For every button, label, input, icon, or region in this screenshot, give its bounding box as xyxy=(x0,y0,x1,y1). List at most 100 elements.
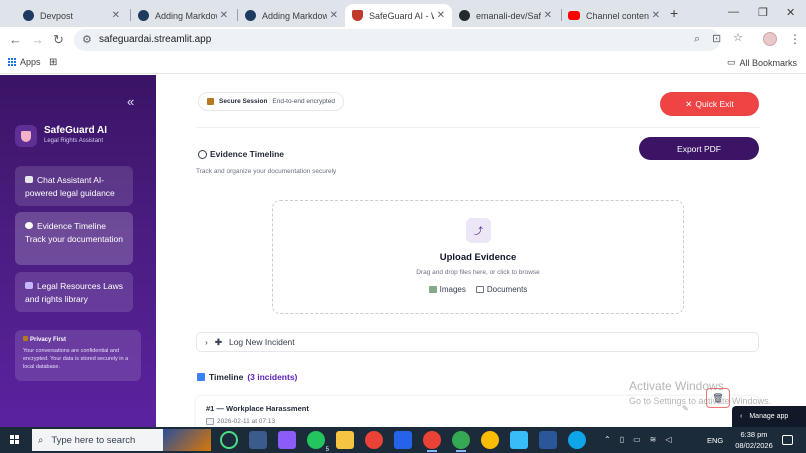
restore-icon[interactable]: ❐ xyxy=(758,6,768,19)
sidebar-item-evidence-timeline[interactable]: Evidence Timeline Track your documentati… xyxy=(15,212,133,265)
brand-name: SafeGuard AI xyxy=(44,125,107,136)
browser-tab-devpost[interactable]: Devpost ✕ xyxy=(16,4,127,27)
reload-icon[interactable]: ↻ xyxy=(53,32,64,48)
file-explorer-icon[interactable] xyxy=(336,431,354,449)
edge-icon[interactable] xyxy=(568,431,586,449)
chrome-active-icon[interactable] xyxy=(452,431,470,452)
app-icon[interactable] xyxy=(510,431,528,449)
browser-toolbar: ← → ↻ ⚙ safeguardai.streamlit.app ⌕ ⊡ ☆ xyxy=(0,27,806,53)
chrome-alt-icon[interactable] xyxy=(481,431,499,449)
address-bar[interactable]: ⚙ safeguardai.streamlit.app ⌕ xyxy=(74,29,720,51)
sidebar-item-legal-resources[interactable]: Legal Resources Laws and rights library xyxy=(15,272,133,312)
language-indicator[interactable]: ENG xyxy=(707,436,723,445)
site-info-icon[interactable]: ⚙ xyxy=(82,33,92,46)
volume-icon[interactable]: ◁ xyxy=(665,435,671,444)
export-pdf-button[interactable]: Export PDF xyxy=(639,137,759,160)
bookmark-star-icon[interactable]: ☆ xyxy=(733,31,743,44)
evidence-dropzone[interactable]: ⤴ Upload Evidence Drag and drop files he… xyxy=(272,200,684,314)
close-tab-icon[interactable]: ✕ xyxy=(330,10,338,21)
profile-avatar[interactable] xyxy=(763,32,777,46)
devpost-favicon-icon xyxy=(23,10,34,21)
system-tray: ⌃ ▯ ▭ ≋ ◁ xyxy=(604,435,672,444)
minimize-icon[interactable]: — xyxy=(728,6,739,18)
install-app-icon[interactable]: ⊡ xyxy=(712,32,721,45)
timeline-heading: Timeline (3 incidents) xyxy=(197,372,297,382)
chart-icon xyxy=(197,373,205,381)
sidebar-item-chat-assistant[interactable]: Chat Assistant AI-powered legal guidance xyxy=(15,166,133,206)
cortana-icon[interactable] xyxy=(220,431,238,449)
youtube-icon xyxy=(568,11,580,20)
close-tab-icon[interactable]: ✕ xyxy=(652,10,660,21)
back-icon[interactable]: ← xyxy=(9,32,22,47)
close-tab-icon[interactable]: ✕ xyxy=(220,10,228,21)
tray-chevron-icon[interactable]: ⌃ xyxy=(604,435,611,444)
browser-tab-safeguard[interactable]: SafeGuard AI - Wo ✕ xyxy=(345,4,452,27)
privacy-title: Privacy First xyxy=(23,336,133,344)
taskbar-search[interactable]: ⌕ Type here to search xyxy=(32,429,211,451)
devpost-favicon-icon xyxy=(138,10,149,21)
document-icon xyxy=(475,286,484,293)
browser-tab-strip: Devpost ✕ Adding Markdown ✕ Adding Markd… xyxy=(0,0,806,27)
apps-bookmark[interactable]: Apps xyxy=(8,57,41,67)
upload-icon: ⤴ xyxy=(466,218,491,243)
collapse-sidebar-icon[interactable]: « xyxy=(127,94,134,109)
windows-taskbar: ⌕ Type here to search 5 ⌃ ▯ ▭ ≋ ◁ ENG 6:… xyxy=(0,427,806,453)
clock-time[interactable]: 6:38 pm xyxy=(734,430,774,439)
notifications-icon[interactable] xyxy=(782,435,793,445)
chrome-icon[interactable] xyxy=(365,431,383,449)
browser-tab-markdown-2[interactable]: Adding Markdown ✕ xyxy=(238,4,345,27)
devpost-favicon-icon xyxy=(245,10,256,21)
chevron-right-icon: › xyxy=(205,337,208,347)
vscode-icon[interactable] xyxy=(394,431,412,449)
book-icon xyxy=(25,282,33,289)
close-tab-icon[interactable]: ✕ xyxy=(437,10,445,21)
browser-tab-markdown-1[interactable]: Adding Markdown ✕ xyxy=(131,4,235,27)
log-incident-expander[interactable]: › ✚ Log New Incident xyxy=(196,332,759,352)
search-icon: ⌕ xyxy=(38,434,44,446)
windows-start-icon[interactable] xyxy=(10,435,19,444)
wifi-icon[interactable]: ≋ xyxy=(650,435,657,444)
word-icon[interactable] xyxy=(539,431,557,449)
incident-count: (3 incidents) xyxy=(247,372,298,382)
github-icon xyxy=(459,10,470,21)
browser-tab-github[interactable]: emanali-dev/Safe ✕ xyxy=(452,4,559,27)
zoom-icon[interactable]: ⌕ xyxy=(694,33,700,46)
apps-grid-icon xyxy=(8,58,16,66)
incident-title: #1 — Workplace Harassment xyxy=(206,404,309,413)
url-text[interactable]: safeguardai.streamlit.app xyxy=(99,34,211,45)
tab-groups-icon[interactable]: ⊞ xyxy=(49,57,57,68)
privacy-notice: Privacy First Your conversations are con… xyxy=(15,330,141,381)
whatsapp-icon[interactable]: 5 xyxy=(307,431,329,453)
folder-icon: ▭ xyxy=(726,57,736,67)
incident-date: 2026-02-11 at 07:13 xyxy=(206,418,275,425)
forward-icon[interactable]: → xyxy=(31,32,44,47)
images-type: Images xyxy=(428,285,466,294)
taskbar-apps: 5 xyxy=(220,431,586,453)
clock-date[interactable]: 08/02/2026 xyxy=(732,441,776,450)
shield-favicon-icon xyxy=(352,10,363,21)
phone-link-icon[interactable]: ▯ xyxy=(620,435,624,444)
battery-icon[interactable]: ▭ xyxy=(633,435,641,444)
shield-logo-icon xyxy=(15,125,37,147)
close-tab-icon[interactable]: ✕ xyxy=(544,10,552,21)
chrome-profile-icon[interactable] xyxy=(423,431,441,452)
page-subtitle: Track and organize your documentation se… xyxy=(196,168,337,175)
new-tab-button[interactable]: + xyxy=(670,5,678,21)
quick-exit-button[interactable]: ✕ Quick Exit xyxy=(660,92,759,116)
browser-menu-icon[interactable]: ⋮ xyxy=(789,32,801,46)
plus-icon: ✚ xyxy=(214,336,222,347)
divider xyxy=(196,127,760,128)
app-icon[interactable] xyxy=(249,431,267,449)
upload-types: Images Documents xyxy=(273,285,683,294)
close-tab-icon[interactable]: ✕ xyxy=(112,10,120,21)
chat-icon xyxy=(25,176,33,183)
browser-tab-youtube[interactable]: Channel content - ✕ xyxy=(561,4,667,27)
upload-hint: Drag and drop files here, or click to br… xyxy=(416,269,540,276)
manage-app-button[interactable]: ‹ Manage app xyxy=(732,406,806,427)
lock-icon xyxy=(23,336,28,341)
chevron-left-icon: ‹ xyxy=(740,413,743,420)
bookmarks-bar: Apps ⊞ ▭ All Bookmarks xyxy=(0,53,806,74)
window-close-icon[interactable]: ✕ xyxy=(786,6,795,19)
visual-studio-icon[interactable] xyxy=(278,431,296,449)
all-bookmarks-button[interactable]: ▭ All Bookmarks xyxy=(727,57,797,68)
